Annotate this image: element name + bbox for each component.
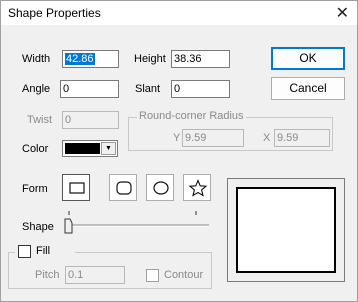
close-icon[interactable]: ✕ [336,3,349,23]
shape-preview [227,178,345,282]
radius-x-label: X [263,132,271,144]
cancel-button[interactable]: Cancel [271,77,345,100]
slider-track [64,211,209,234]
radius-x-field: 9.59 [274,129,330,147]
pitch-label: Pitch [35,269,60,281]
preview-shape [236,187,336,273]
title-bar: Shape Properties ✕ [1,1,357,25]
rectangle-icon [69,182,85,194]
color-dropdown[interactable]: ▼ [62,140,118,157]
width-value: 42.86 [65,53,95,65]
twist-field: 0 [62,111,119,129]
star-icon [188,179,208,197]
shape-slider[interactable] [63,208,211,238]
ok-button[interactable]: OK [271,47,345,70]
radius-y-field: 9.59 [182,129,244,147]
form-rectangle-button[interactable] [62,174,90,201]
rounded-rectangle-icon [116,181,132,195]
color-swatch [65,143,100,154]
slider-thumb[interactable] [64,218,73,234]
pitch-field: 0.1 [65,266,125,284]
contour-checkbox[interactable] [146,269,159,282]
form-ellipse-button[interactable] [146,174,174,201]
form-star-button[interactable] [183,174,211,201]
height-field[interactable]: 38.36 [171,50,230,68]
shape-properties-dialog: Shape Properties ✕ Width 42.86 Height 38… [0,0,358,302]
ellipse-icon [153,181,169,195]
width-label: Width [22,53,51,65]
angle-label: Angle [22,83,51,95]
angle-field[interactable]: 0 [60,80,119,98]
fill-header: Fill [15,245,75,259]
width-field[interactable]: 42.86 [62,50,119,68]
form-rounded-rectangle-button[interactable] [109,174,137,201]
fill-label: Fill [36,245,51,257]
form-label: Form [22,183,48,195]
twist-label: Twist [27,114,53,126]
slant-field[interactable]: 0 [171,80,230,98]
contour-label: Contour [164,269,204,281]
fill-checkbox[interactable] [18,245,31,258]
height-label: Height [134,53,166,65]
dialog-title: Shape Properties [8,6,101,20]
slant-label: Slant [135,83,161,95]
shape-label: Shape [22,221,54,233]
dropdown-arrow-icon[interactable]: ▼ [101,142,116,155]
radius-y-label: Y [173,132,181,144]
round-corner-label: Round-corner Radius [137,110,246,122]
color-label: Color [22,143,49,155]
